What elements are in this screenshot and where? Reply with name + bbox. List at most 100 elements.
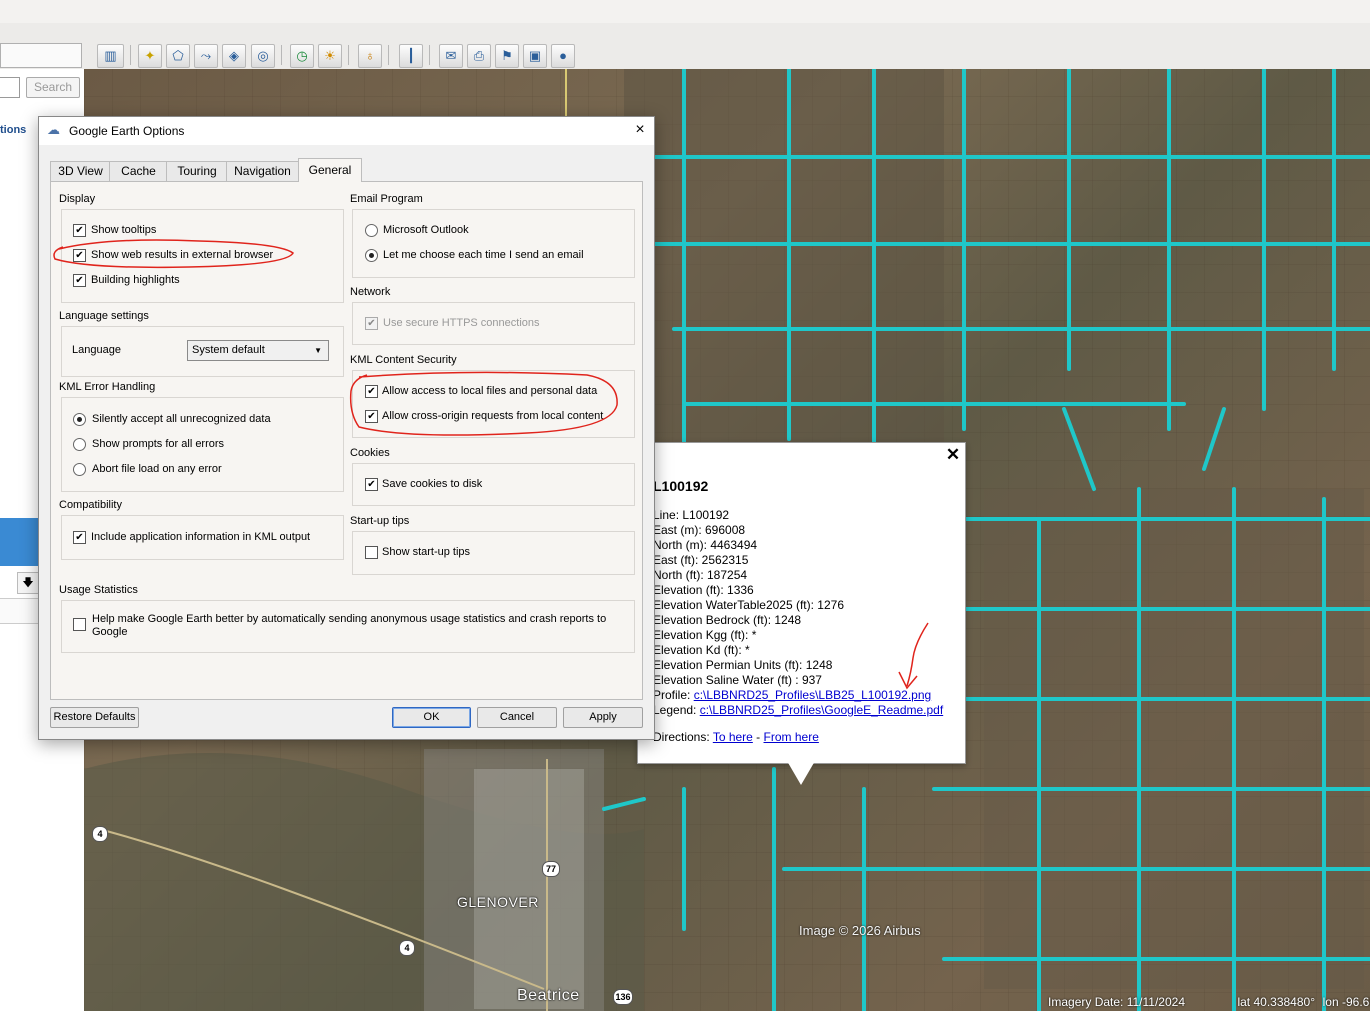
balloon-legend-row: Legend: c:\LBBNRD25_Profiles\GoogleE_Rea…: [653, 703, 943, 717]
balloon-field: Elevation (ft): 1336: [653, 583, 754, 597]
search-button[interactable]: Search: [26, 77, 80, 98]
legend-link[interactable]: c:\LBBNRD25_Profiles\GoogleE_Readme.pdf: [700, 703, 943, 717]
usage-statistics-label-line1: Help make Google Earth better by automat…: [92, 613, 607, 625]
directions-label: Directions:: [653, 730, 713, 744]
sidebar-icon[interactable]: ▥: [97, 44, 124, 68]
print-icon[interactable]: ⎙: [467, 44, 491, 68]
abort-load-radio[interactable]: [73, 463, 86, 476]
include-app-info-checkbox[interactable]: ✔: [73, 531, 86, 544]
tour-icon[interactable]: ◎: [251, 44, 275, 68]
cookies-group-label: Cookies: [350, 447, 390, 459]
title-strip: [0, 0, 1370, 23]
https-label: Use secure HTTPS connections: [383, 317, 540, 329]
sidebar-tab-label[interactable]: tions: [0, 124, 27, 138]
toolbar-separator: [429, 45, 430, 65]
silently-accept-label: Silently accept all unrecognized data: [92, 413, 271, 425]
silently-accept-radio[interactable]: [73, 413, 86, 426]
toolbar-separator: [130, 45, 131, 65]
building-highlights-checkbox[interactable]: ✔: [73, 274, 86, 287]
sun-icon[interactable]: ☀: [318, 44, 342, 68]
balloon-field: Line: L100192: [653, 508, 730, 522]
overlay-icon[interactable]: ◈: [222, 44, 246, 68]
profile-label: Profile:: [653, 688, 694, 702]
show-prompts-radio[interactable]: [73, 438, 86, 451]
cancel-button[interactable]: Cancel: [477, 707, 557, 728]
language-select[interactable]: System default ▼: [187, 340, 329, 361]
show-prompts-label: Show prompts for all errors: [92, 438, 225, 450]
chevron-down-icon: ▼: [314, 346, 322, 355]
dialog-titlebar[interactable]: ☁ Google Earth Options ×: [39, 117, 654, 145]
close-icon[interactable]: ✕: [944, 446, 962, 464]
map-icon[interactable]: ⚑: [495, 44, 519, 68]
balloon-directions-row: Directions: To here - From here: [653, 730, 819, 744]
tab-3d-view[interactable]: 3D View: [50, 161, 111, 181]
ok-button[interactable]: OK: [392, 707, 471, 728]
tab-general[interactable]: General: [298, 158, 362, 182]
map-label-glenover: GLENOVER: [457, 894, 539, 910]
toolbar-separator: [388, 45, 389, 65]
road-shield: 136: [613, 989, 633, 1005]
building-highlights-label: Building highlights: [91, 274, 180, 286]
kml-error-group-label: KML Error Handling: [59, 381, 156, 393]
road-shield: 4: [92, 826, 108, 842]
balloon-pointer: [787, 761, 815, 785]
toolbar-separator: [281, 45, 282, 65]
email-group-label: Email Program: [350, 193, 423, 205]
directions-from-here-link[interactable]: From here: [764, 730, 819, 744]
sidebar-divider: [0, 598, 38, 624]
toolbar-left-field[interactable]: [0, 43, 82, 68]
tab-touring[interactable]: Touring: [166, 161, 228, 181]
startup-group-label: Start-up tips: [350, 515, 410, 527]
balloon-field: Elevation WaterTable2025 (ft): 1276: [653, 598, 844, 612]
toolbar-separator: [348, 45, 349, 65]
let-me-choose-radio[interactable]: [365, 249, 378, 262]
balloon-field: North (m): 4463494: [653, 538, 758, 552]
usage-statistics-checkbox[interactable]: [73, 618, 86, 631]
directions-separator: -: [752, 730, 764, 744]
annotation-ellipse: [349, 371, 618, 436]
placemark-icon[interactable]: ✦: [138, 44, 162, 68]
balloon-field: East (ft): 2562315: [653, 553, 749, 567]
include-app-info-label: Include application information in KML o…: [91, 531, 311, 543]
language-group-label: Language settings: [59, 310, 149, 322]
email-icon[interactable]: ✉: [439, 44, 463, 68]
tab-cache[interactable]: Cache: [109, 161, 168, 181]
longitude-readout: lon -96.68: [1322, 995, 1370, 1009]
planet-icon[interactable]: ♁: [358, 44, 382, 68]
annotation-ellipse: [53, 239, 294, 269]
save-cookies-checkbox[interactable]: ✔: [365, 478, 378, 491]
restore-defaults-button[interactable]: Restore Defaults: [50, 707, 139, 728]
polygon-icon[interactable]: ⬠: [166, 44, 190, 68]
ruler-icon[interactable]: ┃: [399, 44, 423, 68]
show-startup-tips-label: Show start-up tips: [382, 546, 471, 558]
tab-navigation[interactable]: Navigation: [226, 161, 299, 181]
balloon-field: Elevation Permian Units (ft): 1248: [653, 658, 833, 672]
map-label-beatrice: Beatrice: [517, 987, 580, 1004]
globe-icon[interactable]: ●: [551, 44, 575, 68]
usage-statistics-label-line2: Google: [92, 626, 128, 638]
apply-button[interactable]: Apply: [563, 707, 643, 728]
latitude-readout: lat 40.338480°: [1237, 995, 1315, 1009]
balloon-field: Elevation Bedrock (ft): 1248: [653, 613, 802, 627]
imagery-copyright: Image © 2026 Airbus: [799, 923, 921, 938]
dialog-title: Google Earth Options: [69, 124, 185, 138]
image-icon[interactable]: ▣: [523, 44, 547, 68]
annotation-arrow: [898, 622, 929, 690]
path-icon[interactable]: ⤳: [194, 44, 218, 68]
sidebar-selected-item[interactable]: [0, 518, 38, 566]
imagery-date: Imagery Date: 11/11/2024: [1048, 995, 1185, 1009]
outlook-radio[interactable]: [365, 224, 378, 237]
road-shield: 4: [399, 940, 415, 956]
move-down-icon[interactable]: 🡇: [17, 572, 39, 594]
search-input[interactable]: [0, 77, 20, 98]
balloon-profile-row: Profile: c:\LBBNRD25_Profiles\LBB25_L100…: [653, 688, 931, 702]
directions-to-here-link[interactable]: To here: [713, 730, 753, 744]
placemark-info-balloon: ✕ L100192 Line: L100192 East (m): 696008…: [637, 442, 966, 764]
balloon-field: Elevation Kd (ft): *: [653, 643, 750, 657]
language-field-label: Language: [72, 344, 121, 356]
display-group-label: Display: [59, 193, 96, 205]
usage-group: [61, 600, 635, 653]
history-icon[interactable]: ◷: [290, 44, 314, 68]
show-startup-tips-checkbox[interactable]: [365, 546, 378, 559]
close-icon[interactable]: ×: [631, 121, 649, 139]
